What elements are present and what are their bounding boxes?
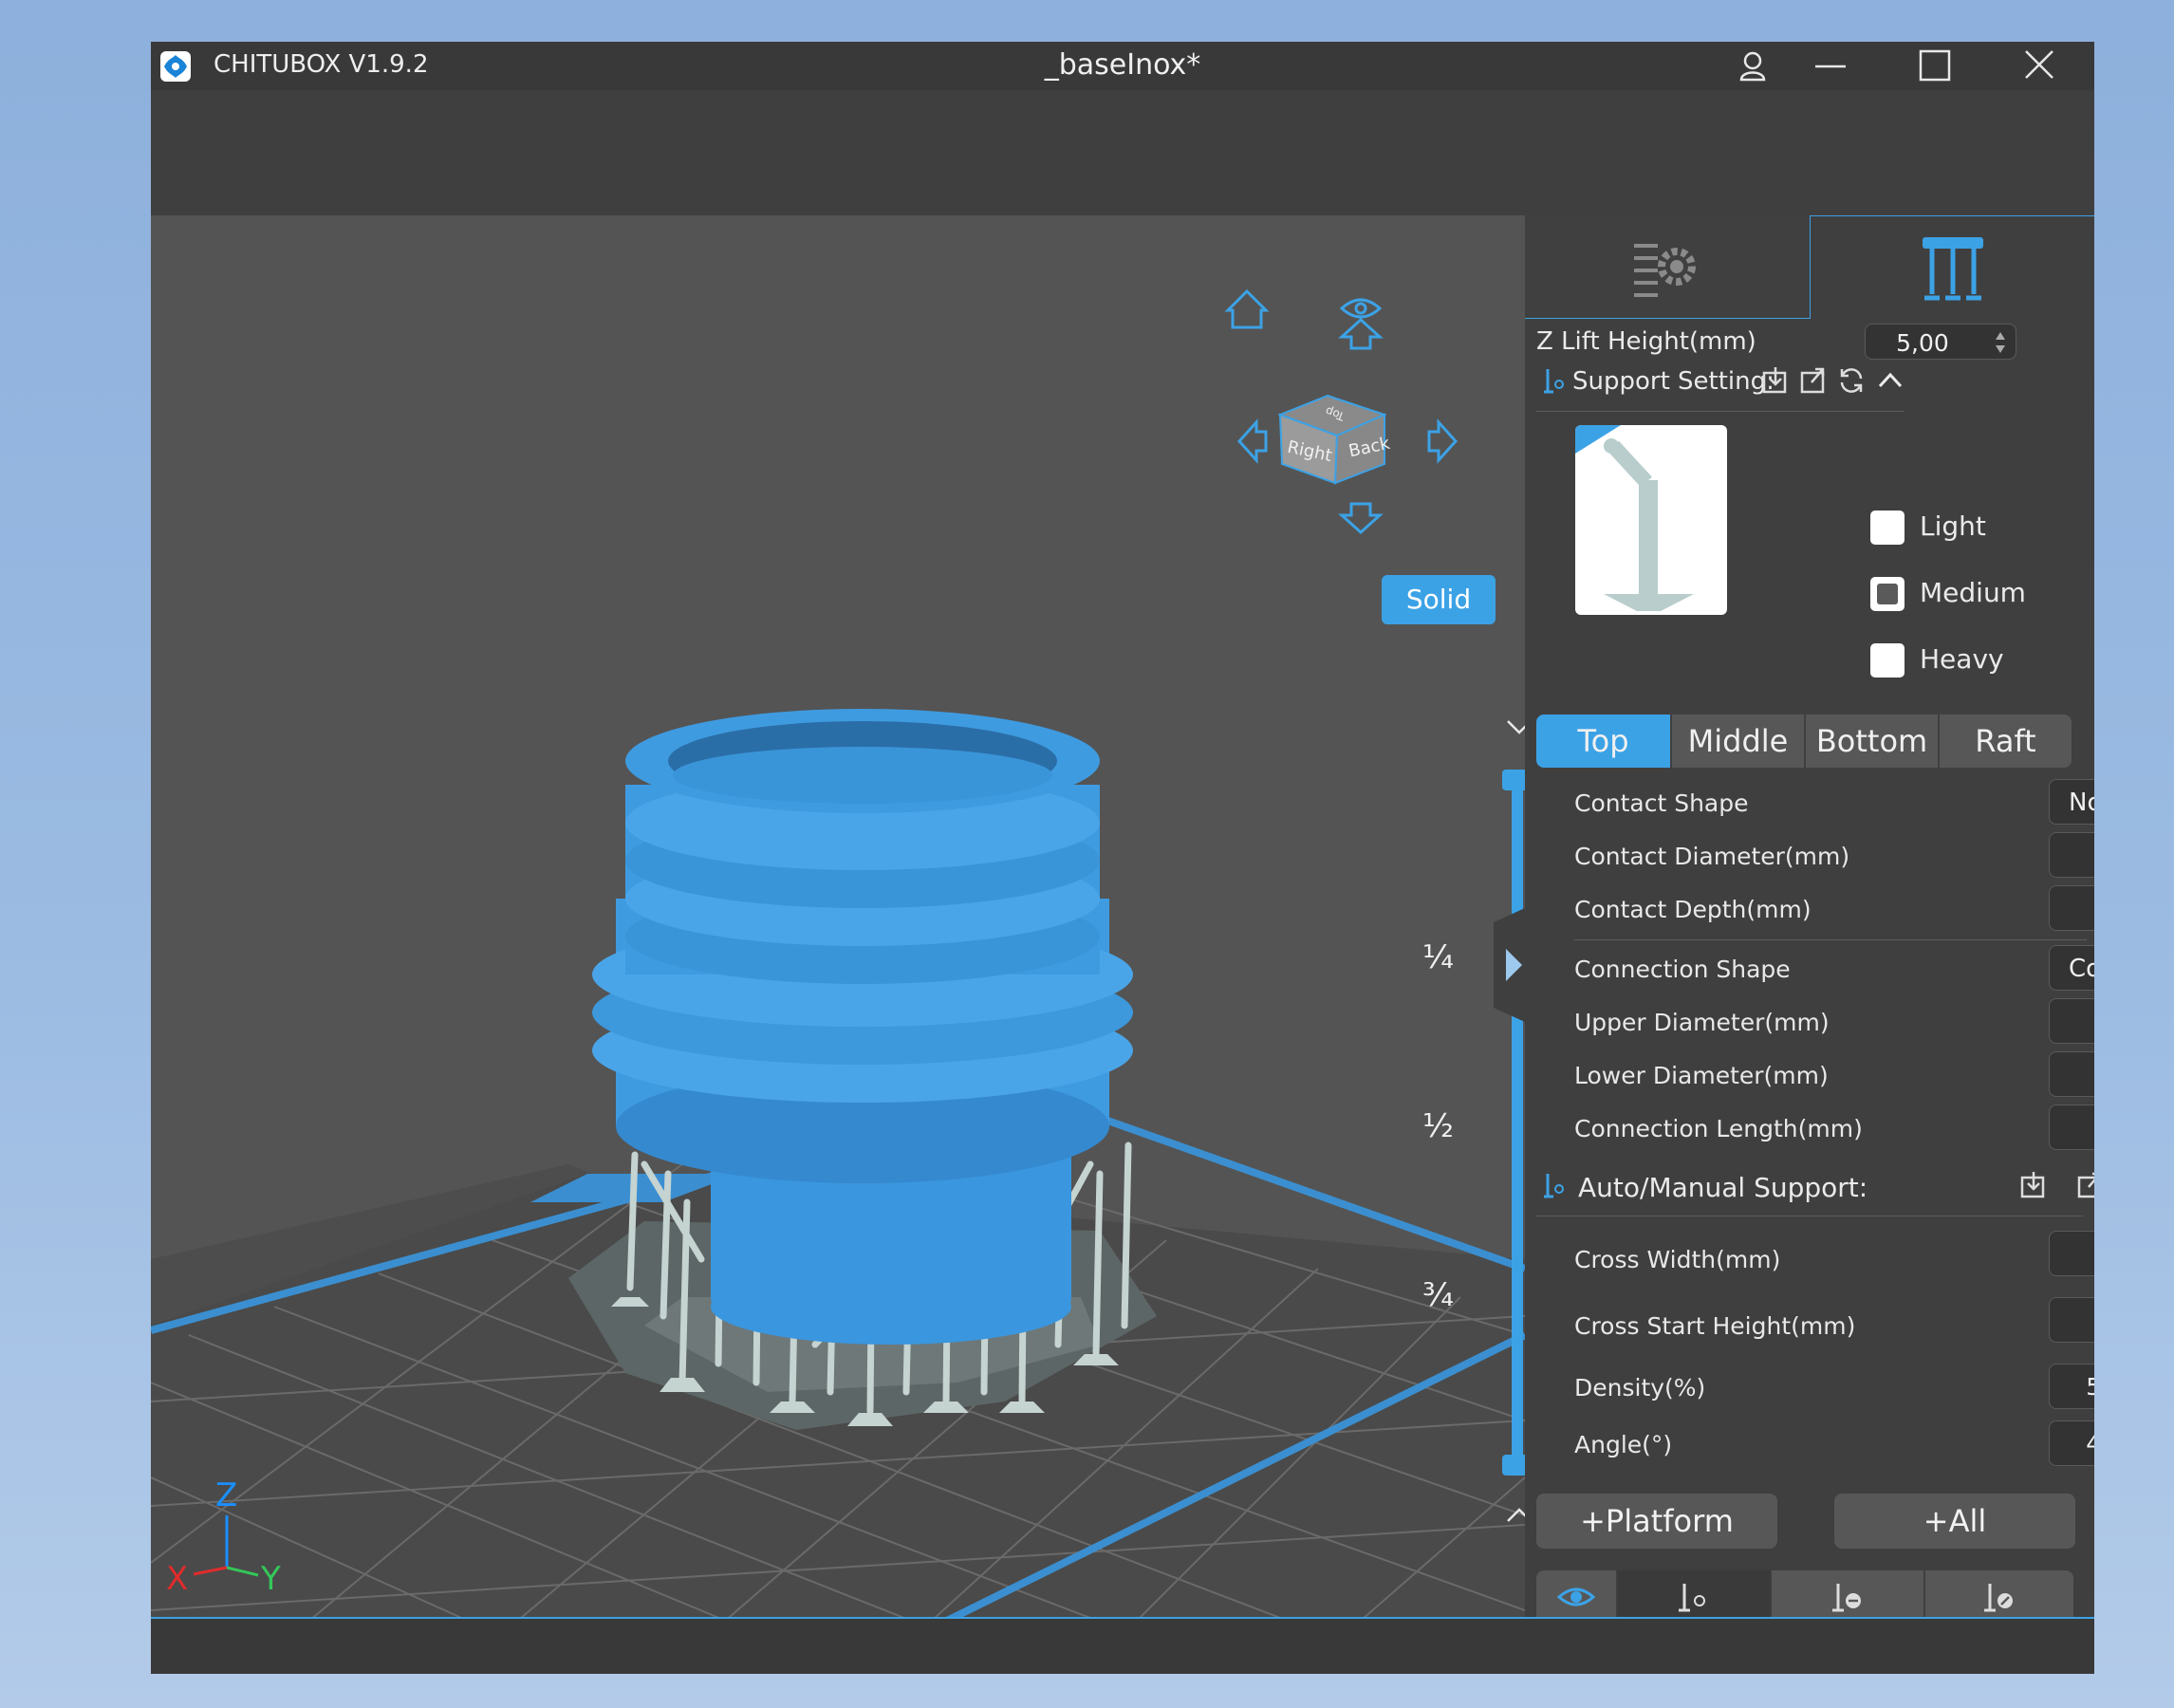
chevron-down-icon [1507, 720, 1525, 734]
slider-tick-three-quarter: ¾ [1422, 1276, 1454, 1314]
auto-manual-support-title: Auto/Manual Support: [1578, 1172, 1868, 1203]
title-bar: CHITUBOX V1.9.2 _baseInox* [151, 42, 2094, 90]
preset-medium-checkbox[interactable] [1870, 577, 1905, 611]
import-icon[interactable] [1760, 365, 1791, 396]
contact-depth-label: Contact Depth(mm) [1574, 896, 1812, 923]
add-support-tool-button[interactable] [1618, 1570, 1770, 1624]
cross-start-height-label: Cross Start Height(mm) [1574, 1312, 1856, 1340]
tab-support[interactable] [1810, 215, 2094, 319]
add-all-support-button[interactable]: +All [1834, 1494, 2075, 1549]
add-support-icon [1679, 1584, 1705, 1612]
contact-depth-input[interactable]: 0,40 [2049, 885, 2094, 931]
auto-support-icon [1544, 1174, 1564, 1198]
build-plate-scene: Right Back Top Z Y X [151, 288, 1525, 1658]
svg-text:Z: Z [215, 1476, 237, 1514]
contact-diameter-input[interactable]: 0,80 [2049, 832, 2094, 878]
home-view-icon [1224, 288, 1270, 329]
angle-input[interactable]: 45,00 [2049, 1420, 2094, 1466]
connection-shape-label: Connection Shape [1574, 956, 1791, 983]
z-lift-input[interactable]: 5,00 [1865, 324, 2016, 360]
connection-shape-select[interactable]: Cone [2049, 945, 2094, 991]
render-mode-button[interactable]: Solid [1382, 575, 1496, 624]
app-window: CHITUBOX V1.9.2 _baseInox* Right Back To… [151, 42, 2094, 1674]
support-preview-image [1575, 425, 1727, 615]
maximize-button[interactable] [1906, 42, 1963, 90]
connection-length-label: Connection Length(mm) [1574, 1115, 1863, 1142]
user-icon [1739, 51, 1766, 82]
preset-heavy-checkbox[interactable] [1870, 643, 1905, 678]
add-platform-support-button[interactable]: +Platform [1536, 1494, 1777, 1549]
layer-slider-track [1512, 771, 1523, 1474]
arrow-down-icon [1338, 502, 1384, 535]
minimize-button[interactable] [1802, 42, 1859, 90]
remove-support-tool-button[interactable] [1772, 1570, 1923, 1624]
arrow-left-icon [1236, 418, 1268, 464]
lower-diameter-label: Lower Diameter(mm) [1574, 1062, 1829, 1089]
lower-diameter-input[interactable]: 1,20 [2049, 1051, 2094, 1097]
collapse-up-icon[interactable] [1876, 367, 1905, 394]
tab-slice-settings[interactable] [1525, 215, 1810, 319]
remove-support-icon [1832, 1584, 1861, 1612]
slider-tick-half: ½ [1422, 1107, 1454, 1145]
layer-slider-bottom-handle [1502, 1455, 1525, 1476]
preset-light-checkbox[interactable] [1870, 511, 1905, 545]
svg-text:Y: Y [260, 1560, 281, 1598]
preset-heavy-label: Heavy [1920, 643, 2004, 675]
svg-text:X: X [166, 1560, 188, 1598]
user-account-button[interactable] [1724, 42, 1781, 90]
contact-shape-select[interactable]: None [2049, 779, 2094, 825]
close-icon [2025, 50, 2053, 79]
connection-length-input[interactable]: 2,00 [2049, 1105, 2094, 1150]
tab-middle[interactable]: Middle [1672, 715, 1804, 768]
density-input[interactable]: 50,00 [2049, 1364, 2094, 1409]
preset-light-label: Light [1920, 511, 1986, 542]
import-icon[interactable] [2018, 1170, 2049, 1200]
edit-support-icon [1984, 1584, 2013, 1612]
reset-icon[interactable] [1836, 365, 1867, 396]
cross-width-input[interactable]: 4,00 [2049, 1231, 2094, 1276]
status-bar [151, 1617, 2094, 1674]
contact-shape-label: Contact Shape [1574, 789, 1749, 817]
eye-icon [1556, 1587, 1596, 1606]
export-icon[interactable] [1798, 365, 1829, 396]
contact-diameter-label: Contact Diameter(mm) [1574, 843, 1850, 870]
support-tab-icon [1923, 237, 1983, 301]
edit-support-tool-button[interactable] [1925, 1570, 2073, 1624]
upper-diameter-input[interactable]: 0,40 [2049, 998, 2094, 1044]
export-icon[interactable] [2075, 1170, 2094, 1200]
tab-top[interactable]: Top [1536, 715, 1670, 768]
view-cube[interactable]: Right Back Top [1277, 394, 1392, 485]
slider-tick-quarter: ¼ [1422, 938, 1454, 976]
layer-slider-top-handle [1502, 770, 1525, 790]
cross-width-label: Cross Width(mm) [1574, 1246, 1781, 1273]
arrow-up-icon [1338, 317, 1384, 350]
3d-viewport[interactable]: Right Back Top Z Y X Solid ¼ ½ ¾ [151, 215, 1525, 1658]
tab-raft[interactable]: Raft [1940, 715, 2072, 768]
toggle-support-visibility-button[interactable] [1536, 1570, 1616, 1624]
minimize-icon [1815, 65, 1846, 68]
support-setting-icon [1544, 369, 1564, 394]
close-button[interactable] [2011, 42, 2068, 90]
maximize-icon [1919, 49, 1951, 82]
upper-diameter-label: Upper Diameter(mm) [1574, 1009, 1830, 1036]
cross-start-height-input[interactable]: 3,00 [2049, 1297, 2094, 1343]
divider [1536, 411, 1905, 412]
arrow-right-icon [1427, 418, 1459, 464]
menu-bar [151, 90, 2094, 216]
z-lift-label: Z Lift Height(mm) [1536, 327, 1756, 356]
support-panel: Z Lift Height(mm) 5,00 Support Setting: … [1525, 215, 2094, 1658]
tab-bottom[interactable]: Bottom [1806, 715, 1938, 768]
settings-gear-icon [1634, 244, 1696, 297]
angle-label: Angle(°) [1574, 1431, 1673, 1458]
preset-medium-label: Medium [1920, 577, 2026, 608]
density-label: Density(%) [1574, 1374, 1706, 1402]
support-setting-title: Support Setting: [1572, 367, 1775, 396]
